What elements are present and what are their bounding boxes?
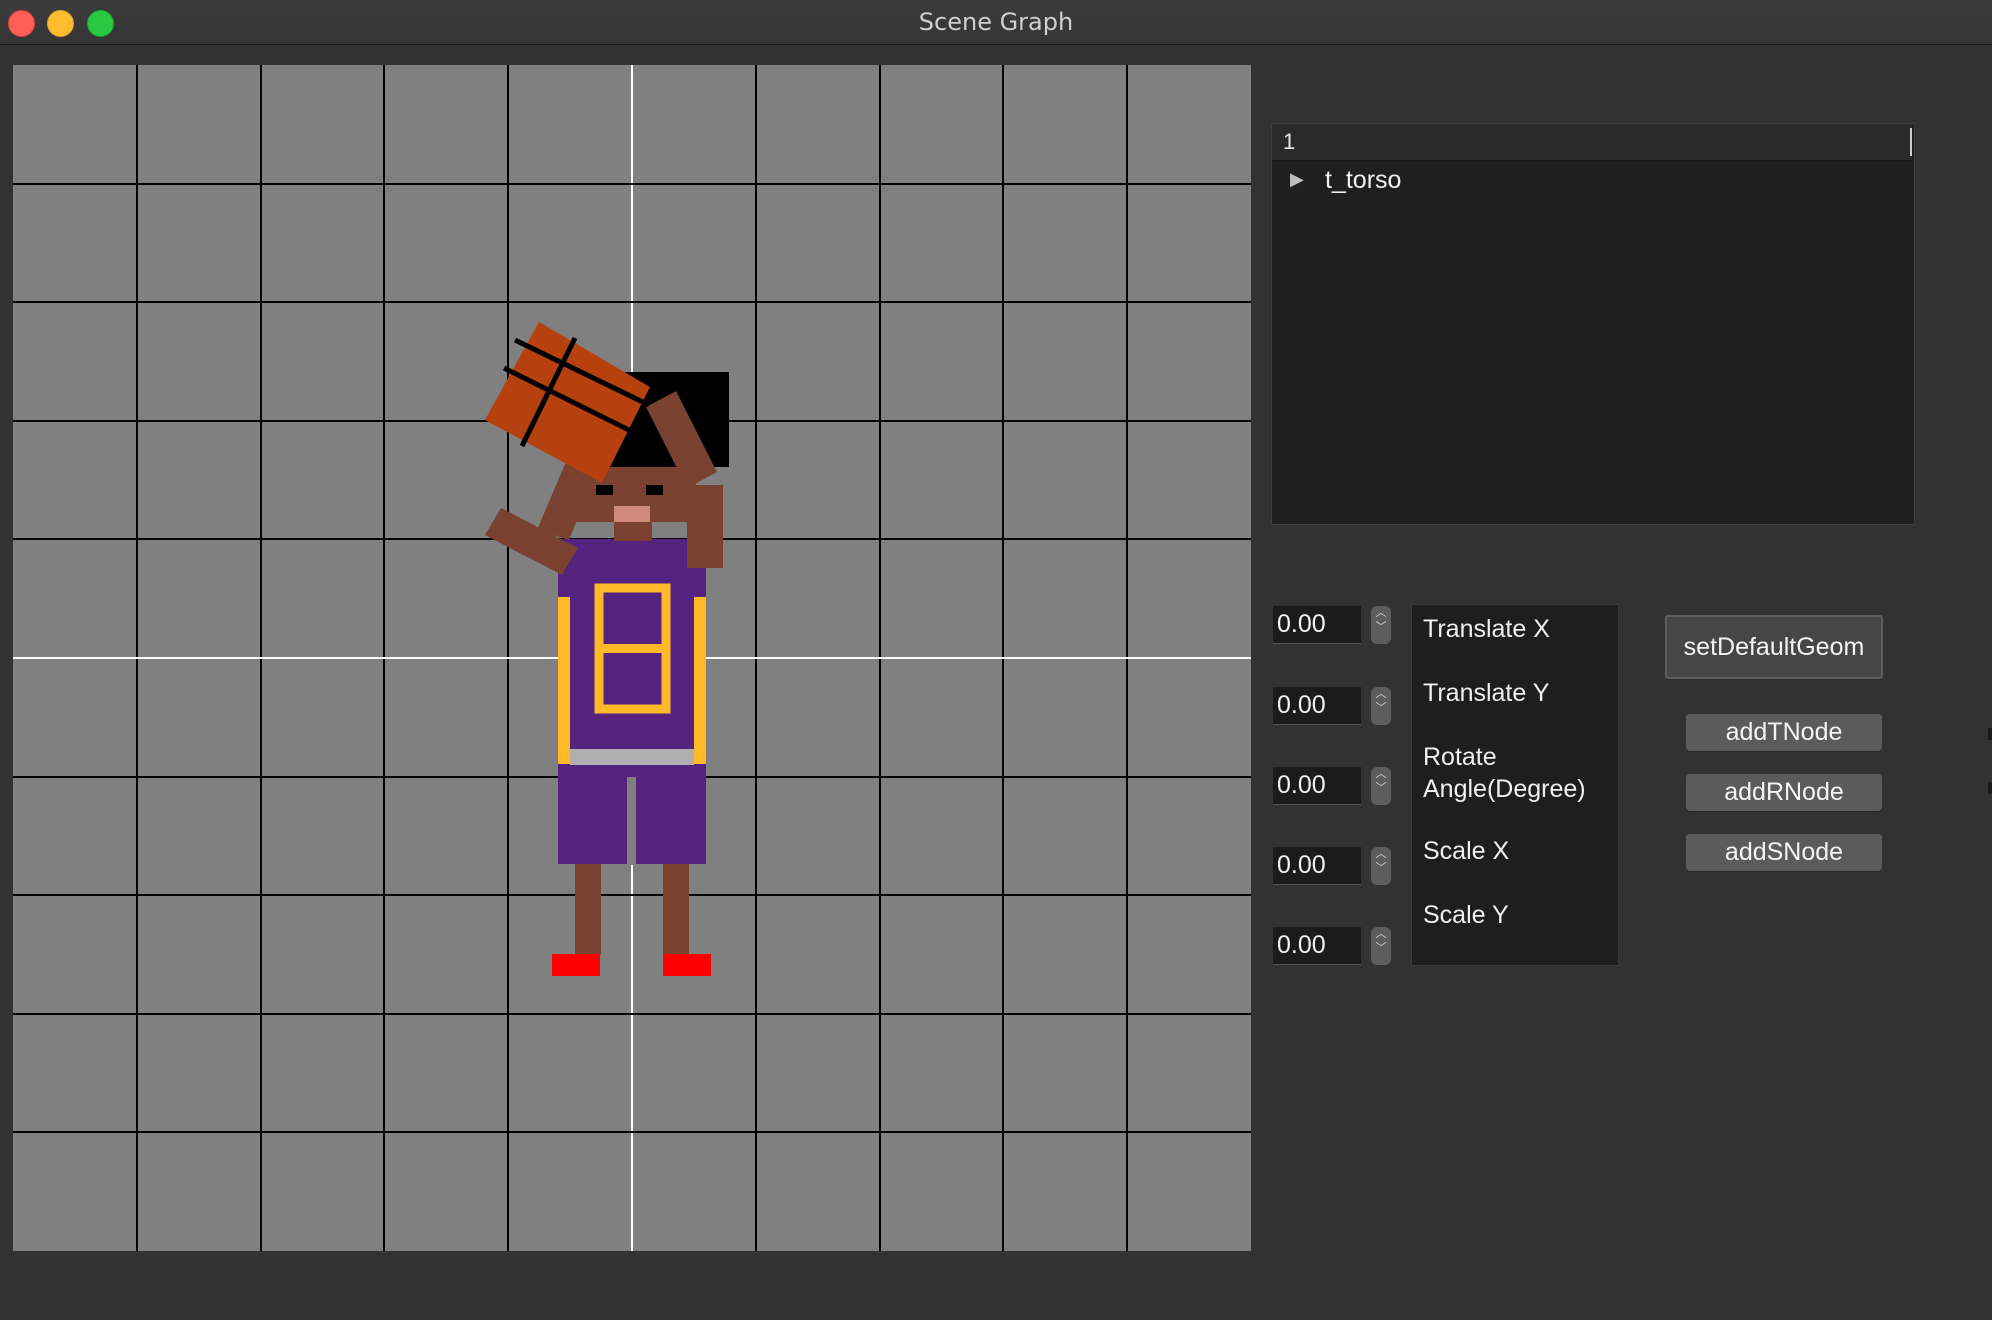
translate-x-label: Translate X [1423,615,1550,643]
translate-y-stepper[interactable]: ︿ ﹀ [1371,687,1391,725]
scale-x-spinbox[interactable]: ︿ ﹀ [1273,847,1393,885]
chevron-down-icon[interactable]: ﹀ [1371,781,1391,795]
scale-x-label: Scale X [1423,837,1510,865]
scene-canvas[interactable] [13,65,1251,1251]
jersey-side-trim-left [694,597,706,764]
chevron-up-icon[interactable]: ︿ [1371,687,1391,701]
left-forearm[interactable] [687,485,723,568]
chevron-down-icon[interactable]: ﹀ [1371,941,1391,955]
rotate-angle-stepper[interactable]: ︿ ﹀ [1371,767,1391,805]
add-r-node-button[interactable]: addRNode [1686,774,1882,811]
tree-header-label: 1 [1283,129,1296,154]
window-edge-mark [1988,728,1992,740]
scene-drawing [13,65,1251,1251]
chevron-up-icon[interactable]: ︿ [1371,847,1391,861]
scale-x-stepper[interactable]: ︿ ﹀ [1371,847,1391,885]
window-title: Scene Graph [918,8,1074,36]
right-leg[interactable] [575,863,601,955]
left-leg[interactable] [663,863,689,955]
scene-tree-view[interactable]: 1 ▶ t_torso [1271,123,1915,525]
scale-x-input[interactable] [1273,847,1361,885]
set-default-geom-button[interactable]: setDefaultGeom [1665,615,1883,679]
chevron-up-icon[interactable]: ︿ [1371,606,1391,620]
parameter-labels-panel: Translate X Translate Y Rotate Angle(Deg… [1411,604,1619,966]
right-eye [646,485,663,495]
translate-x-stepper[interactable]: ︿ ﹀ [1371,606,1391,644]
expand-arrow-icon[interactable]: ▶ [1290,169,1304,190]
add-s-node-button[interactable]: addSNode [1686,834,1882,871]
rotate-angle-input[interactable] [1273,767,1361,805]
scale-y-stepper[interactable]: ︿ ﹀ [1371,927,1391,965]
tree-item-t-torso[interactable]: ▶ t_torso [1272,162,1912,198]
app-window: Scene Graph 1 ▶ t_torso 0.00 ︿ ﹀ 0.00 ︿ … [0,0,1992,1320]
rotate-angle-spinbox[interactable]: ︿ ﹀ [1273,767,1393,805]
scale-y-input[interactable] [1273,927,1361,965]
chevron-up-icon[interactable]: ︿ [1371,927,1391,941]
basketball-player-figure[interactable] [485,322,729,976]
scale-y-label: Scale Y [1423,901,1509,929]
scale-y-spinbox[interactable]: ︿ ﹀ [1273,927,1393,965]
tree-item-label: t_torso [1325,166,1402,194]
tree-header[interactable]: 1 [1272,124,1912,161]
translate-x-spinbox[interactable]: ︿ ﹀ [1273,606,1393,644]
translate-x-input[interactable] [1273,606,1361,644]
jersey-side-trim-right [558,597,570,764]
column-resize-handle[interactable] [1910,128,1912,156]
number-middle-bar [603,644,662,653]
chevron-down-icon[interactable]: ﹀ [1371,620,1391,634]
mouth [614,506,650,522]
chevron-up-icon[interactable]: ︿ [1371,767,1391,781]
left-shoe[interactable] [663,954,711,976]
shorts-split [627,777,636,865]
waistband [570,749,694,765]
right-shoe[interactable] [552,954,600,976]
left-eye [596,485,613,495]
chevron-down-icon[interactable]: ﹀ [1371,861,1391,875]
chevron-down-icon[interactable]: ﹀ [1371,701,1391,715]
window-edge-mark [1988,782,1992,794]
neck [614,519,652,541]
translate-y-spinbox[interactable]: ︿ ﹀ [1273,687,1393,725]
title-bar: Scene Graph [0,0,1992,45]
translate-y-label: Translate Y [1423,679,1550,707]
add-t-node-button[interactable]: addTNode [1686,714,1882,751]
rotate-angle-label: Rotate Angle(Degree) [1423,743,1586,803]
translate-y-input[interactable] [1273,687,1361,725]
